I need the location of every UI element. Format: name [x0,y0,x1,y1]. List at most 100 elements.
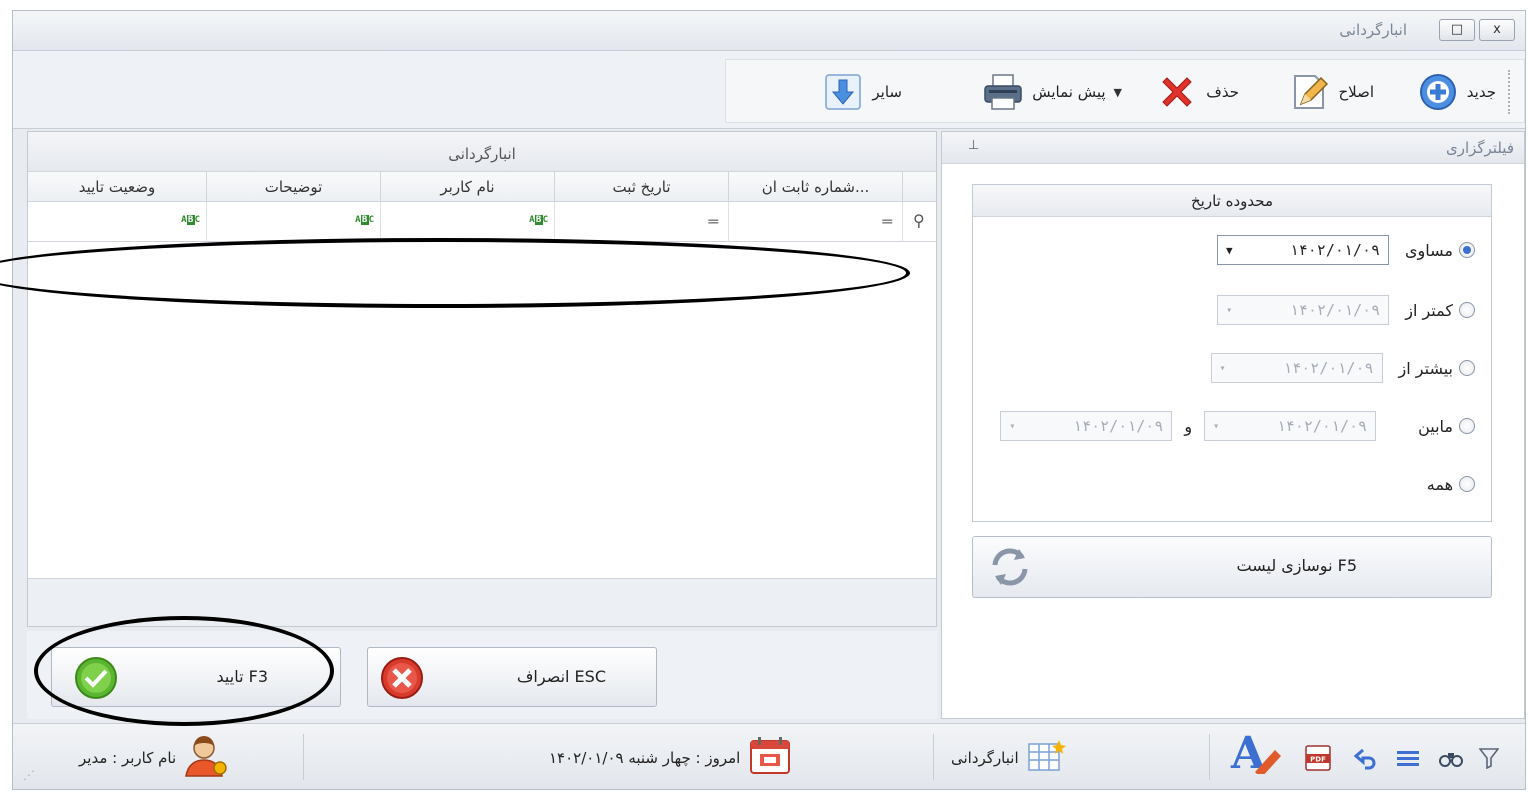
radio-less-dot[interactable] [1459,302,1475,318]
column-header-approval-status[interactable]: وضعیت تایید [28,172,206,202]
radio-equal[interactable]: ▼ ۱۴۰۲/۰۱/۰۹ مساوی [1217,235,1475,265]
today-date-indicator: امروز : چهار شنبه ۱۴۰۲/۰۱/۰۹ [549,737,792,774]
new-button[interactable]: جدید [1417,72,1496,112]
restore-button[interactable]: □ [1439,19,1475,41]
edit-label: اصلاح [1338,83,1374,101]
between-date-start-input[interactable]: ▾ ۱۴۰۲/۰۱/۰۹ [1204,411,1377,441]
radio-greater-dot[interactable] [1459,360,1475,376]
delete-x-icon [1156,72,1198,112]
radio-less-than[interactable]: ▾ ۱۴۰۲/۰۱/۰۹ کمتر از [1217,295,1475,325]
grid-table-icon [1027,738,1067,778]
toolbar: جدید اصلاح حذف پیش نمایش ▼ سایر [13,51,1525,129]
radio-less-label: کمتر از [1405,300,1453,320]
add-circle-icon [1417,72,1459,112]
refresh-icon [983,545,1037,593]
chevron-down-icon[interactable]: ▾ [1220,363,1226,374]
undo-arrow-icon[interactable] [1353,742,1379,774]
cancel-label: انصراف ESC [516,667,606,686]
pdf-icon[interactable]: PDF [1303,742,1333,774]
refresh-list-label: نوسازی لیست F5 [1236,556,1358,575]
radio-equal-dot[interactable] [1459,242,1475,258]
grid-group-title: انبارگردانی [28,132,936,172]
toolbar-grip[interactable] [1508,70,1512,114]
contains-operator-icon[interactable]: ABC [355,215,374,225]
close-button[interactable]: x [1479,19,1515,41]
radio-between-dot[interactable] [1459,418,1475,434]
greater-date-input[interactable]: ▾ ۱۴۰۲/۰۱/۰۹ [1210,353,1383,383]
pin-icon[interactable]: ⊥ [968,138,979,153]
equals-operator-icon[interactable]: ═ [708,212,718,231]
list-lines-icon[interactable] [1395,742,1421,774]
radio-all[interactable]: همه [1427,469,1475,499]
filter-cell-approval-status[interactable]: ABC [28,202,206,242]
preview-dropdown-arrow-icon[interactable]: ▼ [1114,86,1122,99]
preview-label: پیش نمایش [1032,83,1106,101]
new-label: جدید [1466,83,1496,101]
other-button[interactable]: سایر [822,72,902,112]
chevron-down-icon[interactable]: ▾ [1213,421,1219,432]
less-date-input[interactable]: ▾ ۱۴۰۲/۰۱/۰۹ [1217,295,1390,325]
resize-grip-icon[interactable]: ⋰ [23,768,35,782]
radio-equal-label: مساوی [1405,240,1453,260]
svg-text:PDF: PDF [1310,756,1326,764]
title-bar: x □ انبارگردانی [13,11,1525,51]
user-avatar-icon [184,734,230,782]
contains-operator-icon[interactable]: ABC [529,215,548,225]
between-and-label: و [1184,416,1193,436]
filter-cell-username[interactable]: ABC [380,202,554,242]
window-title: انبارگردانی [1339,21,1407,39]
filter-cell-register-date[interactable]: ═ [554,202,728,242]
grid-filter-row: ⚲ ═ ═ ABC ABC ABC [28,202,936,242]
column-header-fixed-number[interactable]: شماره ثابت ان... [728,172,902,202]
cancel-x-icon [380,656,424,704]
today-label: امروز : چهار شنبه ۱۴۰۲/۰۱/۰۹ [549,749,741,767]
toolbar-strip: جدید اصلاح حذف پیش نمایش ▼ سایر [725,59,1525,123]
filter-panel-header: فیلترگزاری ⊥ [942,132,1524,164]
radio-all-label: همه [1426,474,1453,494]
other-label: سایر [872,83,902,101]
radio-all-dot[interactable] [1459,476,1475,492]
contains-operator-icon[interactable]: ABC [181,215,200,225]
equals-operator-icon[interactable]: ═ [882,212,892,231]
edit-button[interactable]: اصلاح [1288,72,1374,112]
radio-greater-than[interactable]: ▾ ۱۴۰۲/۰۱/۰۹ بیشتر از [1210,353,1475,383]
download-arrow-icon [822,72,864,112]
chevron-down-icon[interactable]: ▾ [1009,421,1015,432]
font-style-icon[interactable]: A [1227,730,1287,774]
delete-label: حذف [1206,83,1239,101]
refresh-list-button[interactable]: نوسازی لیست F5 [972,536,1492,598]
date-range-title: محدوده تاریخ [973,185,1491,217]
status-bar: PDF A انبارگردانی امروز : چهار شنبه ۱۴۰۲… [13,723,1525,789]
annotation-ellipse-grid-row [0,238,910,308]
filter-cell-description[interactable]: ABC [206,202,380,242]
status-separator [303,734,304,780]
radio-between-label: مابین [1418,416,1453,436]
user-label: نام کاربر : مدیر [79,749,177,767]
column-header-username[interactable]: نام کاربر [380,172,554,202]
between-date-end-input[interactable]: ▾ ۱۴۰۲/۰۱/۰۹ [1000,411,1173,441]
radio-greater-label: بیشتر از [1398,358,1453,378]
filter-panel-title: فیلترگزاری [1445,139,1514,157]
printer-icon [982,72,1024,112]
cancel-button[interactable]: انصراف ESC [367,647,657,707]
row-indicator-header [902,172,936,202]
equal-date-input[interactable]: ▼ ۱۴۰۲/۰۱/۰۹ [1217,235,1390,265]
grid-column-headers: شماره ثابت ان... تاریخ ثبت نام کاربر توض… [28,172,936,202]
filter-panel: فیلترگزاری ⊥ محدوده تاریخ ▼ ۱۴۰۲/۰۱/۰۹ م… [941,131,1525,719]
chevron-down-icon[interactable]: ▼ [1226,244,1233,257]
binoculars-icon[interactable] [1439,742,1463,774]
calendar-icon [748,736,792,780]
annotation-ellipse-confirm [34,616,334,726]
filter-cell-fixed-number[interactable]: ═ [728,202,902,242]
column-header-description[interactable]: توضیحات [206,172,380,202]
data-grid: انبارگردانی شماره ثابت ان... تاریخ ثبت ن… [27,131,937,627]
preview-button[interactable]: پیش نمایش ▼ [982,72,1122,112]
module-indicator[interactable]: انبارگردانی [951,740,1067,774]
filter-funnel-status-icon[interactable] [1479,742,1499,774]
module-label: انبارگردانی [951,749,1019,767]
radio-between[interactable]: ▾ ۱۴۰۲/۰۱/۰۹ و ▾ ۱۴۰۲/۰۱/۰۹ مابین [1000,411,1475,441]
chevron-down-icon[interactable]: ▾ [1226,305,1232,316]
delete-button[interactable]: حذف [1156,72,1239,112]
column-header-register-date[interactable]: تاریخ ثبت [554,172,728,202]
filter-row-indicator: ⚲ [902,202,936,242]
